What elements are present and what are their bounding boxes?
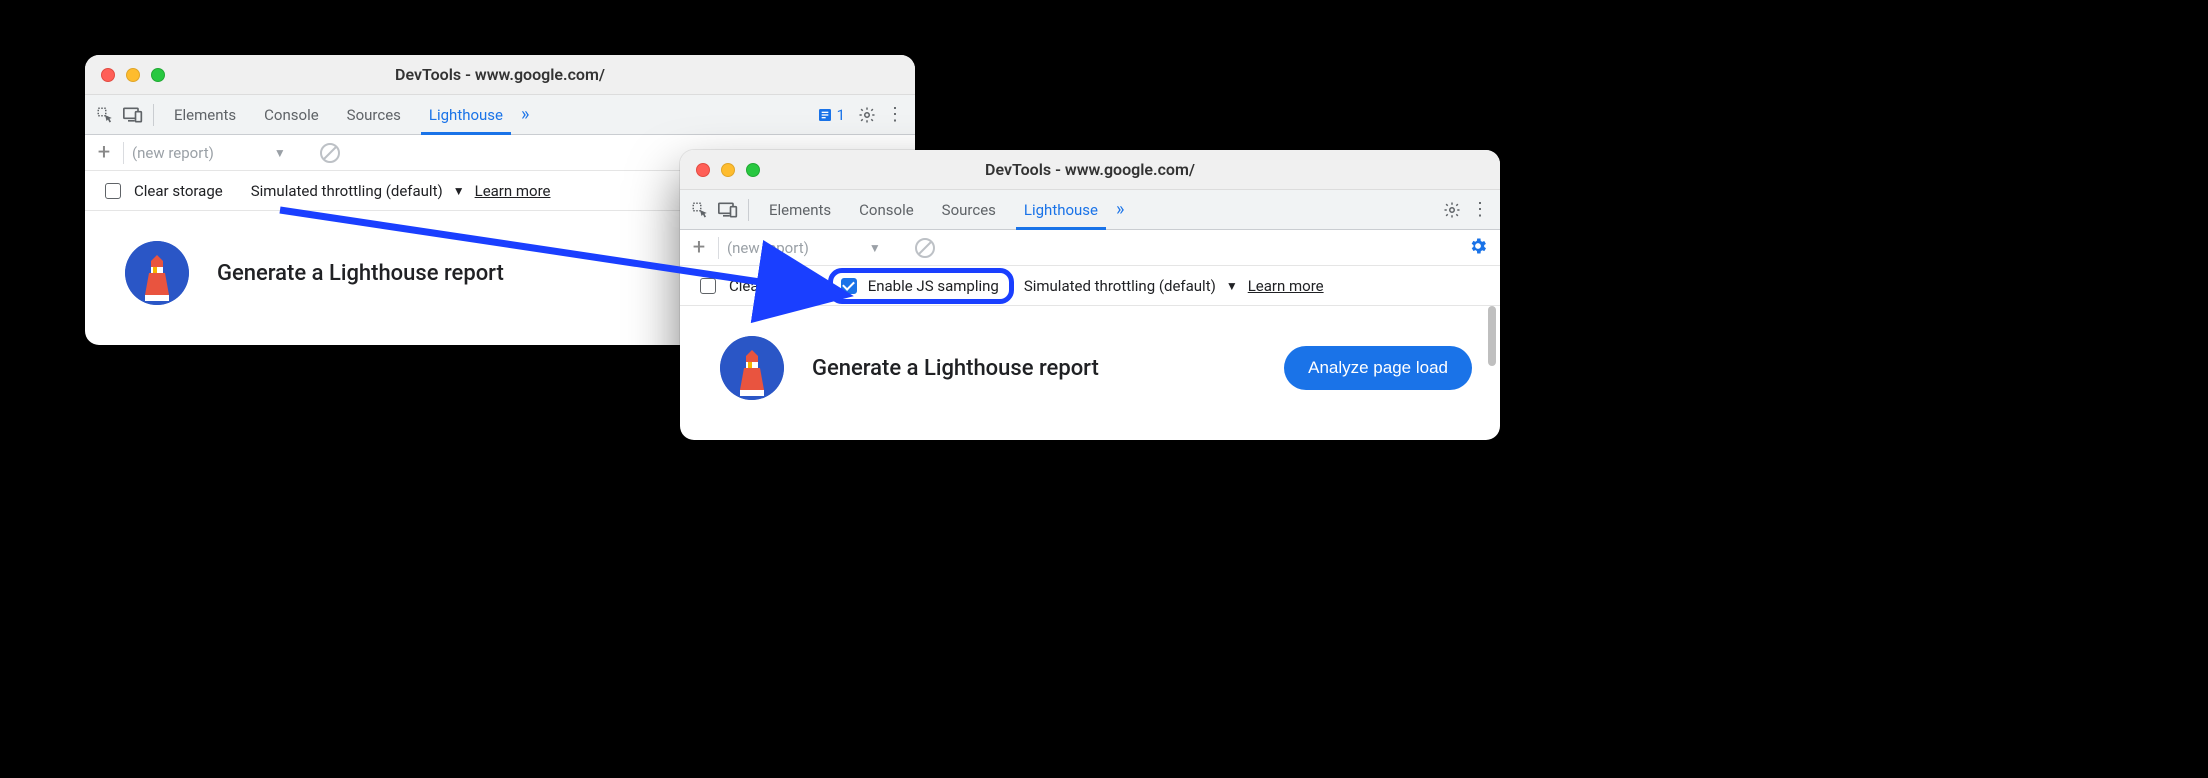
clear-storage-label: Clear storage [134,182,223,200]
separator [153,104,154,126]
traffic-lights [680,163,760,177]
lighthouse-start-panel: Generate a Lighthouse report Analyze pag… [680,306,1500,440]
window-title: DevTools - www.google.com/ [85,65,915,84]
report-selector[interactable]: (new report) ▼ [132,144,312,162]
settings-gear-icon[interactable] [1438,196,1466,224]
enable-js-sampling-label: Enable JS sampling [868,277,999,295]
tab-elements[interactable]: Elements [160,95,250,135]
more-tabs-icon[interactable]: » [517,95,533,135]
kebab-menu-icon[interactable]: ⋮ [881,101,909,129]
maximize-window-icon[interactable] [151,68,165,82]
separator [748,199,749,221]
throttling-dropdown-icon[interactable]: ▼ [453,184,465,198]
throttling-label: Simulated throttling (default) [1024,277,1216,295]
tab-console[interactable]: Console [845,190,928,230]
inspect-element-icon[interactable] [686,196,714,224]
kebab-menu-icon[interactable]: ⋮ [1466,196,1494,224]
separator [123,142,124,164]
devtools-tabstrip: Elements Console Sources Lighthouse » ⋮ [680,190,1500,230]
close-window-icon[interactable] [101,68,115,82]
issues-count: 1 [837,106,845,124]
throttling-label: Simulated throttling (default) [251,182,443,200]
tab-lighthouse[interactable]: Lighthouse [1010,190,1112,230]
separator [718,237,719,259]
report-selector-label: (new report) [727,239,809,257]
window-titlebar: DevTools - www.google.com/ [85,55,915,95]
clear-storage-label: Clear storage [729,277,818,295]
window-title: DevTools - www.google.com/ [680,160,1500,179]
clear-storage-checkbox[interactable] [105,183,121,199]
maximize-window-icon[interactable] [746,163,760,177]
lighthouse-logo-icon [720,336,784,400]
tab-sources[interactable]: Sources [928,190,1010,230]
tab-sources[interactable]: Sources [333,95,415,135]
analyze-page-load-button[interactable]: Analyze page load [1284,346,1472,390]
lighthouse-heading: Generate a Lighthouse report [812,356,1256,381]
report-selector-label: (new report) [132,144,214,162]
learn-more-link[interactable]: Learn more [1248,277,1324,295]
new-report-icon[interactable]: + [93,140,115,165]
tab-lighthouse[interactable]: Lighthouse [415,95,517,135]
lighthouse-options-bar: Clear storage Enable JS sampling Simulat… [680,266,1500,306]
more-tabs-icon[interactable]: » [1112,190,1128,230]
tab-elements[interactable]: Elements [755,190,845,230]
clear-reports-icon[interactable] [915,238,935,258]
devtools-tabstrip: Elements Console Sources Lighthouse » 1 … [85,95,915,135]
traffic-lights [85,68,165,82]
devtools-window-after: DevTools - www.google.com/ Elements Cons… [680,150,1500,440]
clear-storage-checkbox[interactable] [700,278,716,294]
dropdown-triangle-icon: ▼ [274,146,286,160]
window-titlebar: DevTools - www.google.com/ [680,150,1500,190]
minimize-window-icon[interactable] [126,68,140,82]
lighthouse-logo-icon [125,241,189,305]
lighthouse-settings-gear-icon[interactable] [1468,236,1488,260]
new-report-icon[interactable]: + [688,235,710,260]
tab-console[interactable]: Console [250,95,333,135]
learn-more-link[interactable]: Learn more [475,182,551,200]
report-selector[interactable]: (new report) ▼ [727,239,907,257]
device-toolbar-icon[interactable] [119,101,147,129]
inspect-element-icon[interactable] [91,101,119,129]
minimize-window-icon[interactable] [721,163,735,177]
throttling-dropdown-icon[interactable]: ▼ [1226,279,1238,293]
lighthouse-toolbar: + (new report) ▼ [680,230,1500,266]
issues-counter[interactable]: 1 [809,106,853,124]
close-window-icon[interactable] [696,163,710,177]
clear-reports-icon[interactable] [320,143,340,163]
enable-js-sampling-highlight: Enable JS sampling [828,268,1014,304]
settings-gear-icon[interactable] [853,101,881,129]
enable-js-sampling-checkbox[interactable] [841,278,857,294]
scrollbar-thumb[interactable] [1488,306,1496,366]
device-toolbar-icon[interactable] [714,196,742,224]
dropdown-triangle-icon: ▼ [869,241,881,255]
